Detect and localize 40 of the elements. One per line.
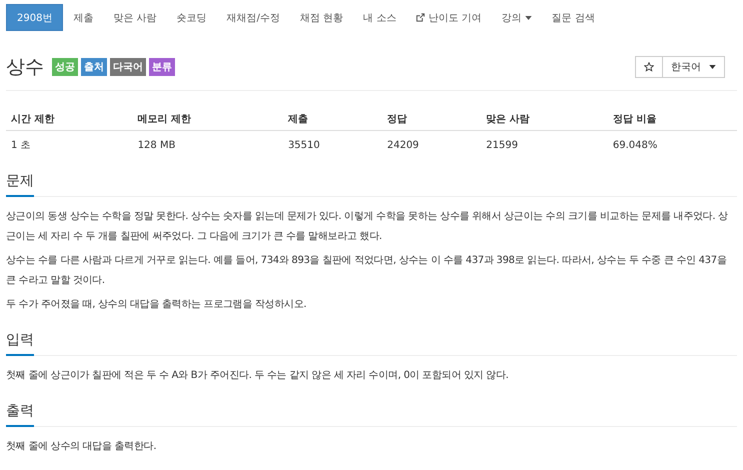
table-cell: 35510 — [283, 130, 382, 156]
star-icon — [644, 62, 654, 72]
nav-tab[interactable]: 난이도 기여 — [406, 4, 492, 31]
section-heading: 입력 — [6, 327, 34, 356]
problem-text: 상근이의 동생 상수는 수학을 정말 못한다. 상수는 숫자를 읽는데 문제가 있다. 이렇게 수학을 못하는 상수를 위해서 상근이는 수의 크기를 비교하는 문제를 내주었다. 상근이는 세 자리 수 두 개를 칠판에 써주었다. 그 다음에 크기가 큰 수를 말해보라고 했다. — [6, 210, 729, 244]
nav-tab[interactable]: 제출 — [63, 4, 104, 31]
nav-tab[interactable]: 2908번 — [6, 4, 64, 31]
nav-tab[interactable]: 질문 검색 — [542, 4, 605, 31]
table-cell: 1 초 — [6, 130, 133, 156]
column-header: 정답 비율 — [608, 105, 737, 130]
table-cell: 24209 — [382, 130, 482, 156]
problem-text: 두 수가 주어졌을 때, 상수의 대답을 출력하는 프로그램을 작성하시오. — [6, 298, 308, 312]
caret-icon — [524, 16, 532, 20]
caret-icon — [709, 65, 716, 69]
column-header: 맞은 사람 — [481, 105, 608, 130]
label-tag[interactable]: 분류 — [149, 58, 175, 76]
column-header: 시간 제한 — [6, 105, 133, 130]
problem-text: 첫째 줄에 상근이가 칠판에 적은 두 수 A와 B가 주어진다. 두 수는 같지 않은 세 자리 수이며, 0이 포함되어 있지 않다. — [6, 369, 510, 383]
nav-tab[interactable]: 내 소스 — [353, 4, 406, 31]
star-button[interactable] — [635, 56, 663, 78]
problem-text: 상수는 수를 다른 사람과 다르게 거꾸로 읽는다. 예를 들어, 734와 893을 칠판에 적었다면, 상수는 이 수를 437과 398로 읽는다. 따라서, 상수는 두 수중 큰 수인 437을 큰 수라고 말할 것이다. — [6, 254, 728, 288]
problem-text: 첫째 줄에 상수의 대답을 출력한다. — [6, 440, 158, 454]
nav-tab[interactable]: 재채점/수정 — [216, 4, 290, 31]
nav-tab[interactable]: 맞은 사람 — [103, 4, 167, 31]
external-link-icon — [416, 13, 426, 22]
table-cell: 128 MB — [132, 130, 284, 156]
column-header: 메모리 제한 — [132, 105, 284, 130]
label-tag[interactable]: 다국어 — [110, 58, 146, 76]
nav-tab[interactable]: 채점 현황 — [290, 4, 354, 31]
problem-title: 상수 — [6, 55, 44, 80]
section-heading: 문제 — [6, 168, 34, 197]
language-dropdown[interactable]: 한국어 — [663, 56, 725, 78]
nav-tab[interactable]: 강의 — [492, 4, 542, 31]
table-cell: 69.048% — [608, 130, 737, 156]
section-heading: 출력 — [6, 398, 34, 427]
column-header: 제출 — [283, 105, 382, 130]
column-header: 정답 — [382, 105, 482, 130]
nav-tab[interactable]: 숏코딩 — [166, 4, 217, 31]
label-tag[interactable]: 출처 — [81, 58, 107, 76]
table-cell: 21599 — [481, 130, 608, 156]
